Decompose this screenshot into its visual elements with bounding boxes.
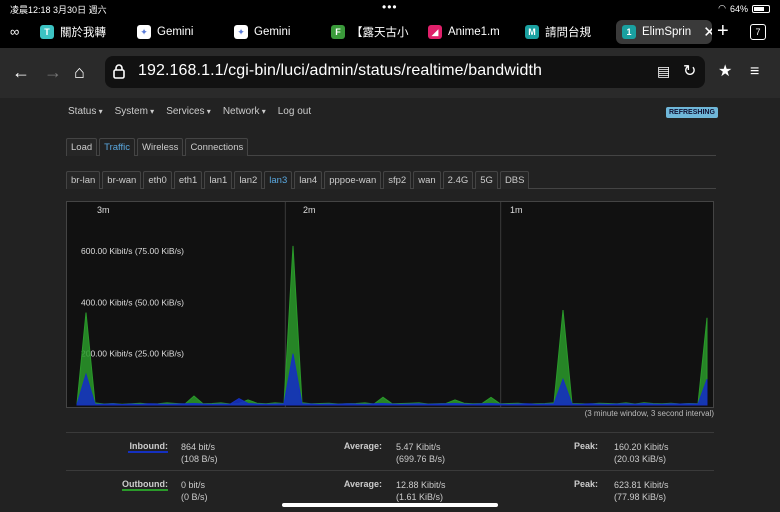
hamburger-menu-icon[interactable]: ≡ xyxy=(750,61,759,83)
bandwidth-graph: 3m 2m 1m 600.00 Kibit/s (75.00 KiB/s) 400.00… xyxy=(66,201,714,408)
ios-status-bar: 凌晨12:18 3月30日 週六 ••• ◠ 64% xyxy=(0,0,780,16)
url-text[interactable]: 192.168.1.1/cgi-bin/luci/admin/status/re… xyxy=(138,62,542,80)
interface-tab[interactable]: eth0 xyxy=(143,171,172,189)
browser-toolbar: ← → ⌂ 192.168.1.1/cgi-bin/luci/admin/sta… xyxy=(0,48,780,98)
interface-tab[interactable]: br-wan xyxy=(102,171,142,189)
browser-tab[interactable]: ◢ Anime1.m xyxy=(422,20,514,44)
reload-icon[interactable]: ↻ xyxy=(683,61,696,81)
inbound-row: Inbound: 864 bit/s (108 B/s) Average: 5.4… xyxy=(66,432,714,470)
favicon-icon: ✦ xyxy=(137,25,151,39)
tab-title: Anime1.m xyxy=(448,26,500,38)
browser-tab[interactable]: ✦ Gemini xyxy=(131,20,223,44)
menu-item[interactable]: Services xyxy=(166,106,211,117)
interface-tab[interactable]: eth1 xyxy=(173,171,203,189)
interface-tab[interactable]: lan2 xyxy=(234,171,263,189)
bookmark-star-icon[interactable]: ★ xyxy=(718,61,732,83)
close-tab-icon[interactable]: ✕ xyxy=(703,23,712,41)
status-tab[interactable]: Load xyxy=(66,138,98,156)
inbound-average-label: Average: xyxy=(343,441,382,451)
refreshing-badge[interactable]: REFRESHING xyxy=(666,107,718,118)
interface-tab[interactable]: 2.4G xyxy=(442,171,474,189)
browser-tab-bar: ∞ T 關於我轉 ✦ Gemini ✦ Gemini F 【露天古小 ◢ Anime1.m M 請問台… xyxy=(0,16,780,48)
browser-tab[interactable]: T 關於我轉 xyxy=(34,20,126,44)
browser-tab[interactable]: 1 ElimSprin ✕ xyxy=(616,20,712,44)
status-tabs: Load Traffic Wireless Connections xyxy=(66,138,716,156)
battery-icon xyxy=(752,4,770,13)
forward-arrow-icon[interactable]: → xyxy=(44,61,62,83)
inbound-peak: 160.20 Kibit/s (20.03 KiB/s) xyxy=(614,442,669,464)
home-indicator[interactable] xyxy=(282,503,498,507)
tab-count-button[interactable]: 7 xyxy=(750,24,766,40)
outbound-current: 0 bit/s (0 B/s) xyxy=(181,480,208,502)
home-icon[interactable]: ⌂ xyxy=(74,61,85,83)
inbound-average: 5.47 Kibit/s (699.76 B/s) xyxy=(396,442,446,464)
tab-title: 關於我轉 xyxy=(60,27,106,39)
interface-tab[interactable]: 5G xyxy=(475,171,498,189)
inbound-area xyxy=(76,353,708,406)
favicon-icon: 1 xyxy=(622,25,636,39)
interface-tab[interactable]: pppoe-wan xyxy=(324,171,382,189)
lock-icon xyxy=(113,63,125,84)
interface-tabs: br-lan br-wan eth0 eth1 lan1 lan2 lan3 lan4 pppo… xyxy=(66,171,716,189)
interface-tab[interactable]: sfp2 xyxy=(383,171,412,189)
status-right: ◠ 64% xyxy=(718,3,770,14)
outbound-peak: 623.81 Kibit/s (77.98 KiB/s) xyxy=(614,480,669,502)
interface-tab[interactable]: lan1 xyxy=(204,171,233,189)
menu-item[interactable]: Log out xyxy=(278,106,311,117)
y-axis-label: 600.00 Kibit/s (75.00 KiB/s) xyxy=(81,246,184,256)
status-tab[interactable]: Connections xyxy=(185,138,249,156)
favicon-icon: ◢ xyxy=(428,25,442,39)
outbound-label: Outbound: xyxy=(122,479,168,491)
menu-item[interactable]: Network xyxy=(223,106,266,117)
time-label: 3m xyxy=(97,205,110,215)
favicon-icon: T xyxy=(40,25,54,39)
interface-tab[interactable]: DBS xyxy=(499,171,530,189)
inbound-peak-label: Peak: xyxy=(573,441,598,451)
time-label: 2m xyxy=(303,205,316,215)
outbound-average-label: Average: xyxy=(343,479,382,489)
tab-title: Gemini xyxy=(157,26,194,38)
reader-mode-icon[interactable]: ▤ xyxy=(657,63,670,80)
new-tab-button[interactable]: + xyxy=(717,20,729,42)
graph-caption: (3 minute window, 3 second interval) xyxy=(584,409,714,418)
back-arrow-icon[interactable]: ← xyxy=(12,61,30,83)
inbound-label: Inbound: xyxy=(128,441,168,453)
interface-tab[interactable]: wan xyxy=(413,171,441,189)
browser-tab[interactable]: ✦ Gemini xyxy=(228,20,320,44)
top-menu: Status System Services Network Log out xyxy=(68,106,311,117)
outbound-peak-label: Peak: xyxy=(573,479,598,489)
interface-tab[interactable]: br-lan xyxy=(66,171,101,189)
time-label: 1m xyxy=(510,205,523,215)
status-tab[interactable]: Wireless xyxy=(137,138,184,156)
menu-item[interactable]: System xyxy=(115,106,155,117)
y-axis-label: 400.00 Kibit/s (50.00 KiB/s) xyxy=(81,297,184,307)
browser-tab[interactable]: F 【露天古小 xyxy=(325,20,417,44)
luci-page: Status System Services Network Log out REFRE… xyxy=(0,98,780,512)
browser-tab[interactable]: M 請問台規 xyxy=(519,20,611,44)
battery-percent: 64% xyxy=(729,3,748,14)
multitask-dots-icon[interactable]: ••• xyxy=(382,0,398,14)
favicon-icon: M xyxy=(525,25,539,39)
address-bar[interactable]: 192.168.1.1/cgi-bin/luci/admin/status/re… xyxy=(105,56,705,88)
outbound-average: 12.88 Kibit/s (1.61 KiB/s) xyxy=(396,480,446,502)
tab-title: ElimSprin xyxy=(642,26,692,38)
stats-table: Inbound: 864 bit/s (108 B/s) Average: 5.4… xyxy=(66,432,714,508)
menu-item[interactable]: Status xyxy=(68,106,103,117)
interface-tab[interactable]: lan3 xyxy=(264,171,293,189)
outbound-area xyxy=(76,245,708,406)
favicon-icon: ✦ xyxy=(234,25,248,39)
tab-title: Gemini xyxy=(254,26,291,38)
wifi-icon: ◠ xyxy=(718,3,726,13)
tab-title: 請問台規 xyxy=(545,27,591,39)
private-mode-icon[interactable]: ∞ xyxy=(10,24,19,39)
favicon-icon: F xyxy=(331,25,345,39)
status-time: 凌晨12:18 3月30日 週六 xyxy=(10,5,107,15)
interface-tab[interactable]: lan4 xyxy=(294,171,323,189)
status-tab[interactable]: Traffic xyxy=(99,138,136,156)
bandwidth-svg: 3m 2m 1m 600.00 Kibit/s (75.00 KiB/s) 400.00… xyxy=(76,202,708,407)
inbound-current: 864 bit/s (108 B/s) xyxy=(181,442,218,464)
tab-title: 【露天古小 xyxy=(351,27,409,39)
y-axis-label: 200.00 Kibit/s (25.00 KiB/s) xyxy=(81,349,184,359)
